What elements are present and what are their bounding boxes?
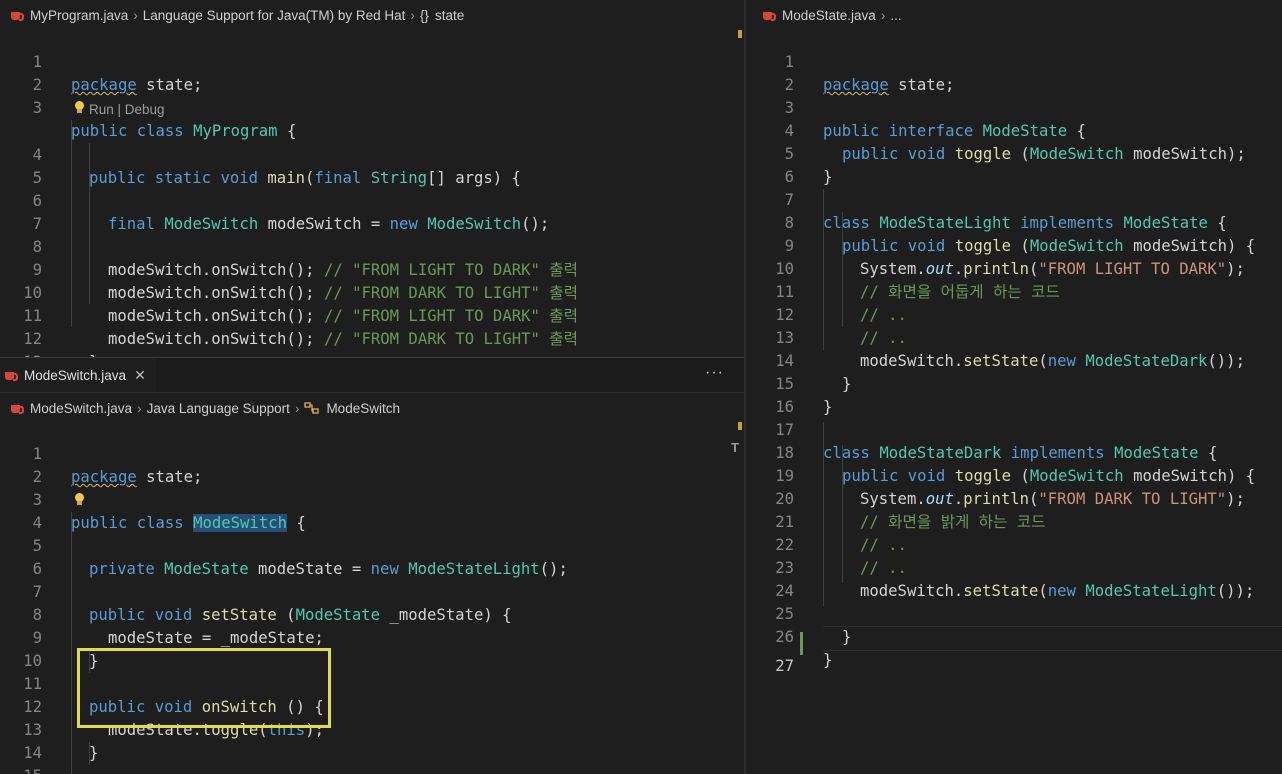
code-line: 7 class ModeStateLight implements ModeSt… bbox=[746, 166, 1282, 232]
codelens-run-debug[interactable]: Run | Debug bbox=[89, 98, 165, 121]
breadcrumb-file[interactable]: ModeState.java bbox=[782, 8, 876, 23]
code-line: 17 class ModeStateDark implements ModeSt… bbox=[746, 396, 1282, 462]
code-line: 6 bbox=[0, 535, 744, 578]
code-line: 9 } bbox=[0, 604, 744, 670]
java-file-icon bbox=[10, 402, 24, 415]
code-line: 12 // .. bbox=[746, 281, 1282, 347]
tab-bar: ModeSwitch.java ✕ ··· bbox=[0, 358, 744, 393]
breadcrumb: ModeState.java › ... bbox=[762, 0, 1282, 30]
code-line: 3 public interface ModeState { bbox=[746, 74, 1282, 140]
code-line: 18 public void toggle (ModeSwitch modeSw… bbox=[746, 419, 1282, 485]
code-line: 2 bbox=[746, 51, 1282, 94]
code-line: 10 // 화면을 어둡게 하는 코드 bbox=[746, 235, 1282, 301]
code-line: 4 public void toggle (ModeSwitch modeSwi… bbox=[746, 97, 1282, 163]
code-line: 8 modeState = _modeState; bbox=[0, 581, 744, 647]
code-line: 5 bbox=[0, 144, 744, 187]
code-line: 7 bbox=[0, 190, 744, 233]
breadcrumb-file[interactable]: MyProgram.java bbox=[30, 8, 128, 23]
more-actions-icon[interactable]: ··· bbox=[705, 364, 724, 382]
close-icon[interactable]: ✕ bbox=[134, 367, 146, 384]
code-line: 24 bbox=[746, 557, 1282, 600]
code-line: 2 bbox=[0, 443, 744, 505]
code-line: 13 } bbox=[0, 328, 744, 357]
code-line: 23 modeSwitch.setState(new ModeStateLigh… bbox=[746, 534, 1282, 600]
breadcrumb-extension[interactable]: Java Language Support bbox=[147, 401, 290, 416]
line-number: 27 bbox=[775, 657, 794, 675]
editor-pane-modeswitch[interactable]: ModeSwitch.java ✕ ··· ModeSwitch.java › … bbox=[0, 358, 744, 774]
code-line: 11 modeSwitch.onSwitch(); // "FROM DARK … bbox=[0, 282, 744, 348]
code-editor[interactable]: 1 package state; 2 3 public interface Mo… bbox=[746, 28, 1282, 774]
editor-pane-myprogram[interactable]: MyProgram.java › Language Support for Ja… bbox=[0, 0, 744, 357]
breadcrumb-more[interactable]: ... bbox=[890, 8, 901, 23]
code-line: 6 bbox=[746, 143, 1282, 186]
code-line: 9 modeSwitch.onSwitch(); // "FROM DARK T… bbox=[0, 236, 744, 302]
code-line: 20 // 화면을 밝게 하는 코드 bbox=[746, 465, 1282, 531]
class-symbol-icon bbox=[304, 402, 320, 414]
tab-label: ModeSwitch.java bbox=[24, 367, 127, 383]
code-line: 27 bbox=[746, 632, 1282, 675]
code-line: 14 } bbox=[746, 327, 1282, 393]
breadcrumb-file[interactable]: ModeSwitch.java bbox=[30, 401, 132, 416]
code-line: 6 final ModeSwitch modeSwitch = new Mode… bbox=[0, 167, 744, 233]
code-line: 16 bbox=[746, 373, 1282, 416]
chevron-right-icon: › bbox=[137, 400, 142, 416]
code-line: 26 } bbox=[746, 603, 1282, 669]
breadcrumb-symbol[interactable]: state bbox=[435, 8, 464, 23]
code-line: 1 package state; bbox=[0, 28, 744, 94]
code-line: 5 } bbox=[746, 120, 1282, 186]
lightbulb-icon[interactable] bbox=[74, 97, 86, 120]
java-file-icon bbox=[4, 369, 18, 382]
code-line: 19 System.out.println("FROM DARK TO LIGH… bbox=[746, 442, 1282, 508]
code-editor[interactable]: 1 package state; 2 3 public class MyProg… bbox=[0, 28, 744, 357]
code-line: 3 public class MyProgram { bbox=[0, 74, 744, 140]
editor-pane-modestate[interactable]: ModeState.java › ... 1 package state; 2 … bbox=[746, 0, 1282, 774]
line-number: 15 bbox=[0, 765, 42, 774]
code-line: 2 bbox=[0, 51, 744, 113]
breadcrumb-extension[interactable]: Language Support for Java(TM) by Red Hat bbox=[143, 8, 406, 23]
code-line: 4 public static void main(final String[]… bbox=[0, 121, 744, 187]
code-line: 5 private ModeState modeState = new Mode… bbox=[0, 512, 744, 578]
code-line: 3 public class ModeSwitch { bbox=[0, 466, 744, 532]
code-line: 11 // .. bbox=[746, 258, 1282, 324]
chevron-right-icon: › bbox=[880, 7, 886, 23]
code-line: 10 modeSwitch.onSwitch(); // "FROM LIGHT… bbox=[0, 259, 744, 325]
java-file-icon bbox=[10, 9, 24, 22]
code-line: 1 package state; bbox=[746, 28, 1282, 94]
code-line: 15 } bbox=[0, 742, 744, 774]
namespace-icon: {} bbox=[419, 7, 429, 23]
chevron-right-icon: › bbox=[410, 7, 415, 23]
code-line: 8 public void toggle (ModeSwitch modeSwi… bbox=[746, 189, 1282, 255]
code-line: 12 } bbox=[0, 305, 744, 357]
code-line: 4 bbox=[0, 489, 744, 532]
code-line: 7 public void setState (ModeState _modeS… bbox=[0, 558, 744, 624]
tab-modeswitch-java[interactable]: ModeSwitch.java ✕ bbox=[0, 358, 156, 392]
chevron-right-icon: › bbox=[133, 7, 138, 23]
code-line: 10 bbox=[0, 627, 744, 670]
chevron-right-icon: › bbox=[294, 400, 300, 416]
breadcrumb-symbol[interactable]: ModeSwitch bbox=[326, 401, 400, 416]
line-number: 3 bbox=[32, 99, 42, 117]
breadcrumb: ModeSwitch.java › Java Language Support … bbox=[10, 393, 744, 423]
breadcrumb: MyProgram.java › Language Support for Ja… bbox=[10, 0, 744, 30]
code-line: 8 modeSwitch.onSwitch(); // "FROM LIGHT … bbox=[0, 213, 744, 279]
code-line: 15 } bbox=[746, 350, 1282, 416]
code-line: 9 System.out.println("FROM LIGHT TO DARK… bbox=[746, 212, 1282, 278]
java-file-icon bbox=[762, 9, 776, 22]
code-line: 1 package state; bbox=[0, 420, 744, 486]
code-line: 13 modeSwitch.setState(new ModeStateDark… bbox=[746, 304, 1282, 370]
highlight-annotation-box bbox=[77, 648, 331, 728]
code-line: 22 // .. bbox=[746, 511, 1282, 577]
code-line: 21 // .. bbox=[746, 488, 1282, 554]
code-line: 25 } bbox=[746, 580, 1282, 646]
